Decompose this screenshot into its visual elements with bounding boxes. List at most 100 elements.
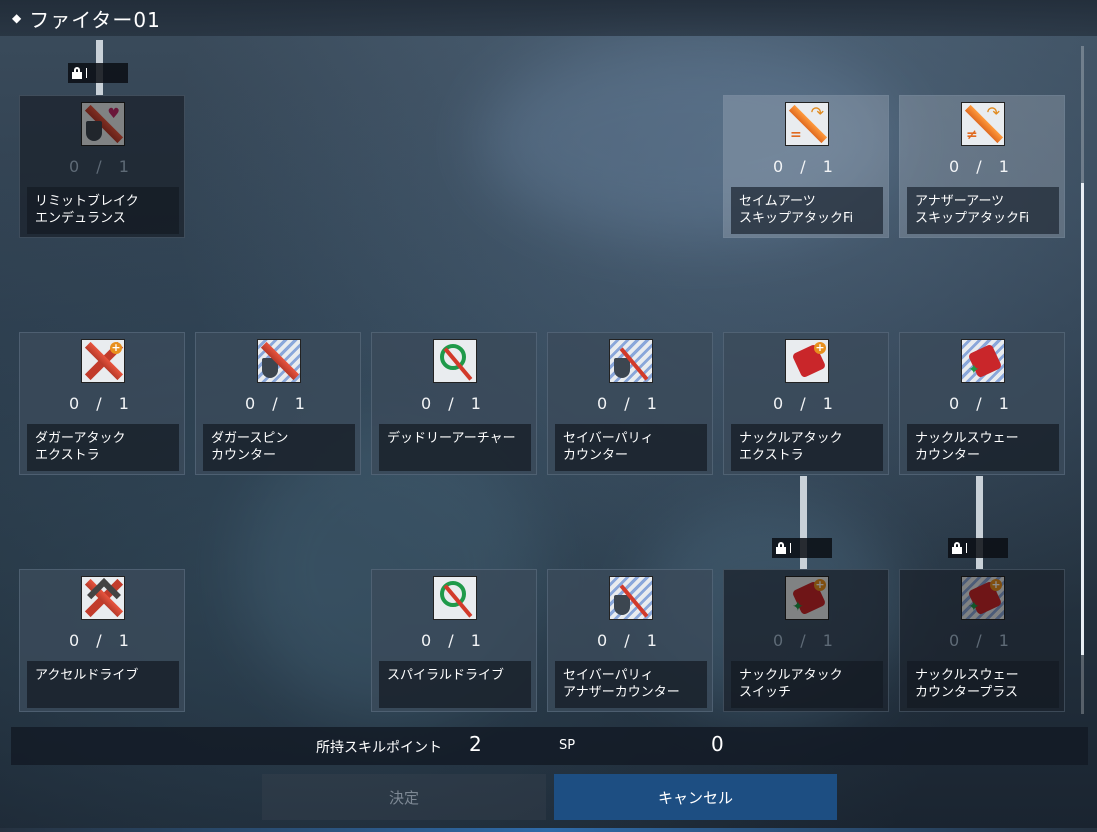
skill-name-line2: エクストラ <box>739 448 804 463</box>
lock-icon <box>72 67 82 79</box>
skill-count: 0 / 1 <box>69 157 135 176</box>
skill-card-knuckle-attack-extra[interactable]: + 0 / 1 ナックルアタック エクストラ <box>723 332 889 475</box>
lock-progress-bar <box>966 543 967 553</box>
skill-count: 0 / 1 <box>949 631 1015 650</box>
skill-name-line2: アナザーカウンター <box>563 685 680 700</box>
skill-name-line1: デッドリーアーチャー <box>387 431 516 446</box>
lock-badge <box>772 538 832 558</box>
skill-name-line2: スキップアタックFi <box>739 211 854 226</box>
scrollbar-thumb[interactable] <box>1081 183 1084 655</box>
confirm-button[interactable]: 決定 <box>262 774 546 820</box>
knuckle-plus-icon: + <box>785 339 829 383</box>
lock-progress-bar <box>86 68 87 78</box>
skill-card-knuckle-sway-counter-plus[interactable]: + ✦ 0 / 1 ナックルスウェー カウンタープラス <box>899 569 1065 712</box>
lock-icon <box>776 542 786 554</box>
skill-count: 0 / 1 <box>69 631 135 650</box>
skill-count: 0 / 1 <box>773 157 839 176</box>
skill-name: ダガースピン カウンター <box>203 424 355 471</box>
skill-name-line2: カウンター <box>563 448 629 463</box>
skill-card-dagger-spin-counter[interactable]: 0 / 1 ダガースピン カウンター <box>195 332 361 475</box>
skill-name-line1: ダガーアタック <box>35 431 126 446</box>
skill-card-spiral-drive[interactable]: 0 / 1 スパイラルドライブ <box>371 569 537 712</box>
skill-count: 0 / 1 <box>949 157 1015 176</box>
skill-name-line2: カウンター <box>915 448 981 463</box>
lock-progress-bar <box>790 543 791 553</box>
skill-count: 0 / 1 <box>949 394 1015 413</box>
skill-point-bar: 所持スキルポイント 2 SP 0 <box>11 727 1088 765</box>
diamond-icon: ◆ <box>12 11 22 25</box>
skill-name: セイバーパリィ カウンター <box>555 424 707 471</box>
skill-card-another-arts[interactable]: ↷ ≠ 0 / 1 アナザーアーツスキップアタックFi <box>899 95 1065 238</box>
knuckle-sway-plus-icon: + ✦ <box>961 576 1005 620</box>
skill-card-saber-parry-another-counter[interactable]: 0 / 1 セイバーパリィアナザーカウンター <box>547 569 713 712</box>
skill-name-line1: ダガースピン <box>211 431 289 446</box>
bow-arrow-icon <box>433 339 477 383</box>
saber-shield-icon <box>609 576 653 620</box>
knuckle-sway-icon: ✦ <box>961 339 1005 383</box>
lock-badge <box>948 538 1008 558</box>
sp-used-value: 0 <box>711 732 724 756</box>
skill-count: 0 / 1 <box>69 394 135 413</box>
skill-name-line1: ナックルスウェー <box>915 668 1019 683</box>
cancel-button[interactable]: キャンセル <box>554 774 837 820</box>
skill-name-line1: スパイラルドライブ <box>387 668 505 683</box>
skill-name-line2: スキップアタックFi <box>915 211 1030 226</box>
skill-name-line1: リミットブレイク <box>35 194 139 209</box>
skill-name-line1: アクセルドライブ <box>35 668 139 683</box>
accel-drive-icon <box>81 576 125 620</box>
skill-count: 0 / 1 <box>773 631 839 650</box>
dagger-plus-icon: + <box>81 339 125 383</box>
skill-card-knuckle-sway-counter[interactable]: ✦ 0 / 1 ナックルスウェー カウンター <box>899 332 1065 475</box>
skill-name: デッドリーアーチャー <box>379 424 531 471</box>
skill-name: アクセルドライブ <box>27 661 179 708</box>
skill-card-same-arts[interactable]: ↷ = 0 / 1 セイムアーツスキップアタックFi <box>723 95 889 238</box>
skill-name-line2: スイッチ <box>739 685 792 700</box>
skill-name: ダガーアタック エクストラ <box>27 424 179 471</box>
skill-point-label: 所持スキルポイント <box>316 740 442 756</box>
skill-count: 0 / 1 <box>421 631 487 650</box>
skill-name-line1: ナックルスウェー <box>915 431 1019 446</box>
skill-name-line2: エクストラ <box>35 448 100 463</box>
skill-name-line1: セイムアーツ <box>739 194 816 209</box>
title-bar: ◆ ファイター01 <box>0 0 1097 36</box>
skill-card-knuckle-attack-switch[interactable]: + ✦ 0 / 1 ナックルアタック スイッチ <box>723 569 889 712</box>
skill-count: 0 / 1 <box>421 394 487 413</box>
knuckle-switch-icon: + ✦ <box>785 576 829 620</box>
skill-name: リミットブレイク エンデュランス <box>27 187 179 234</box>
skill-count: 0 / 1 <box>245 394 311 413</box>
skill-name: ナックルアタック スイッチ <box>731 661 883 708</box>
sword-shield-heart-icon: ♥ <box>81 102 125 146</box>
skill-name: ナックルスウェー カウンター <box>907 424 1059 471</box>
skill-card-dagger-attack-extra[interactable]: + 0 / 1 ダガーアタック エクストラ <box>19 332 185 475</box>
skill-name: セイムアーツスキップアタックFi <box>731 187 883 234</box>
spiral-drive-icon <box>433 576 477 620</box>
sp-unit-label: SP <box>559 738 576 753</box>
skill-name-line1: ナックルアタック <box>739 668 843 683</box>
skill-point-value: 2 <box>469 732 482 756</box>
same-arts-icon: ↷ = <box>785 102 829 146</box>
skill-name-line1: セイバーパリィ <box>563 431 654 446</box>
skill-name: ナックルスウェー カウンタープラス <box>907 661 1059 708</box>
lock-badge <box>68 63 128 83</box>
skill-count: 0 / 1 <box>773 394 839 413</box>
skill-card-saber-parry-counter[interactable]: 0 / 1 セイバーパリィ カウンター <box>547 332 713 475</box>
skill-name: アナザーアーツスキップアタックFi <box>907 187 1059 234</box>
skill-name-line1: アナザーアーツ <box>915 194 1005 209</box>
page-title: ファイター01 <box>29 7 161 32</box>
skill-name-line1: ナックルアタック <box>739 431 843 446</box>
skill-card-accel-drive[interactable]: 0 / 1 アクセルドライブ <box>19 569 185 712</box>
bottom-divider <box>0 828 1097 832</box>
skill-count: 0 / 1 <box>597 394 663 413</box>
skill-card-limit-break-endurance[interactable]: ♥ 0 / 1 リミットブレイク エンデュランス <box>19 95 185 238</box>
skill-name: スパイラルドライブ <box>379 661 531 708</box>
skill-name: ナックルアタック エクストラ <box>731 424 883 471</box>
skill-name-line1: セイバーパリィ <box>563 668 654 683</box>
lock-icon <box>952 542 962 554</box>
saber-shield-icon <box>609 339 653 383</box>
skill-card-deadly-archer[interactable]: 0 / 1 デッドリーアーチャー <box>371 332 537 475</box>
another-arts-icon: ↷ ≠ <box>961 102 1005 146</box>
skill-name-line2: カウンタープラス <box>915 685 1018 700</box>
skill-name-line2: カウンター <box>211 448 277 463</box>
skill-name: セイバーパリィアナザーカウンター <box>555 661 707 708</box>
skill-count: 0 / 1 <box>597 631 663 650</box>
